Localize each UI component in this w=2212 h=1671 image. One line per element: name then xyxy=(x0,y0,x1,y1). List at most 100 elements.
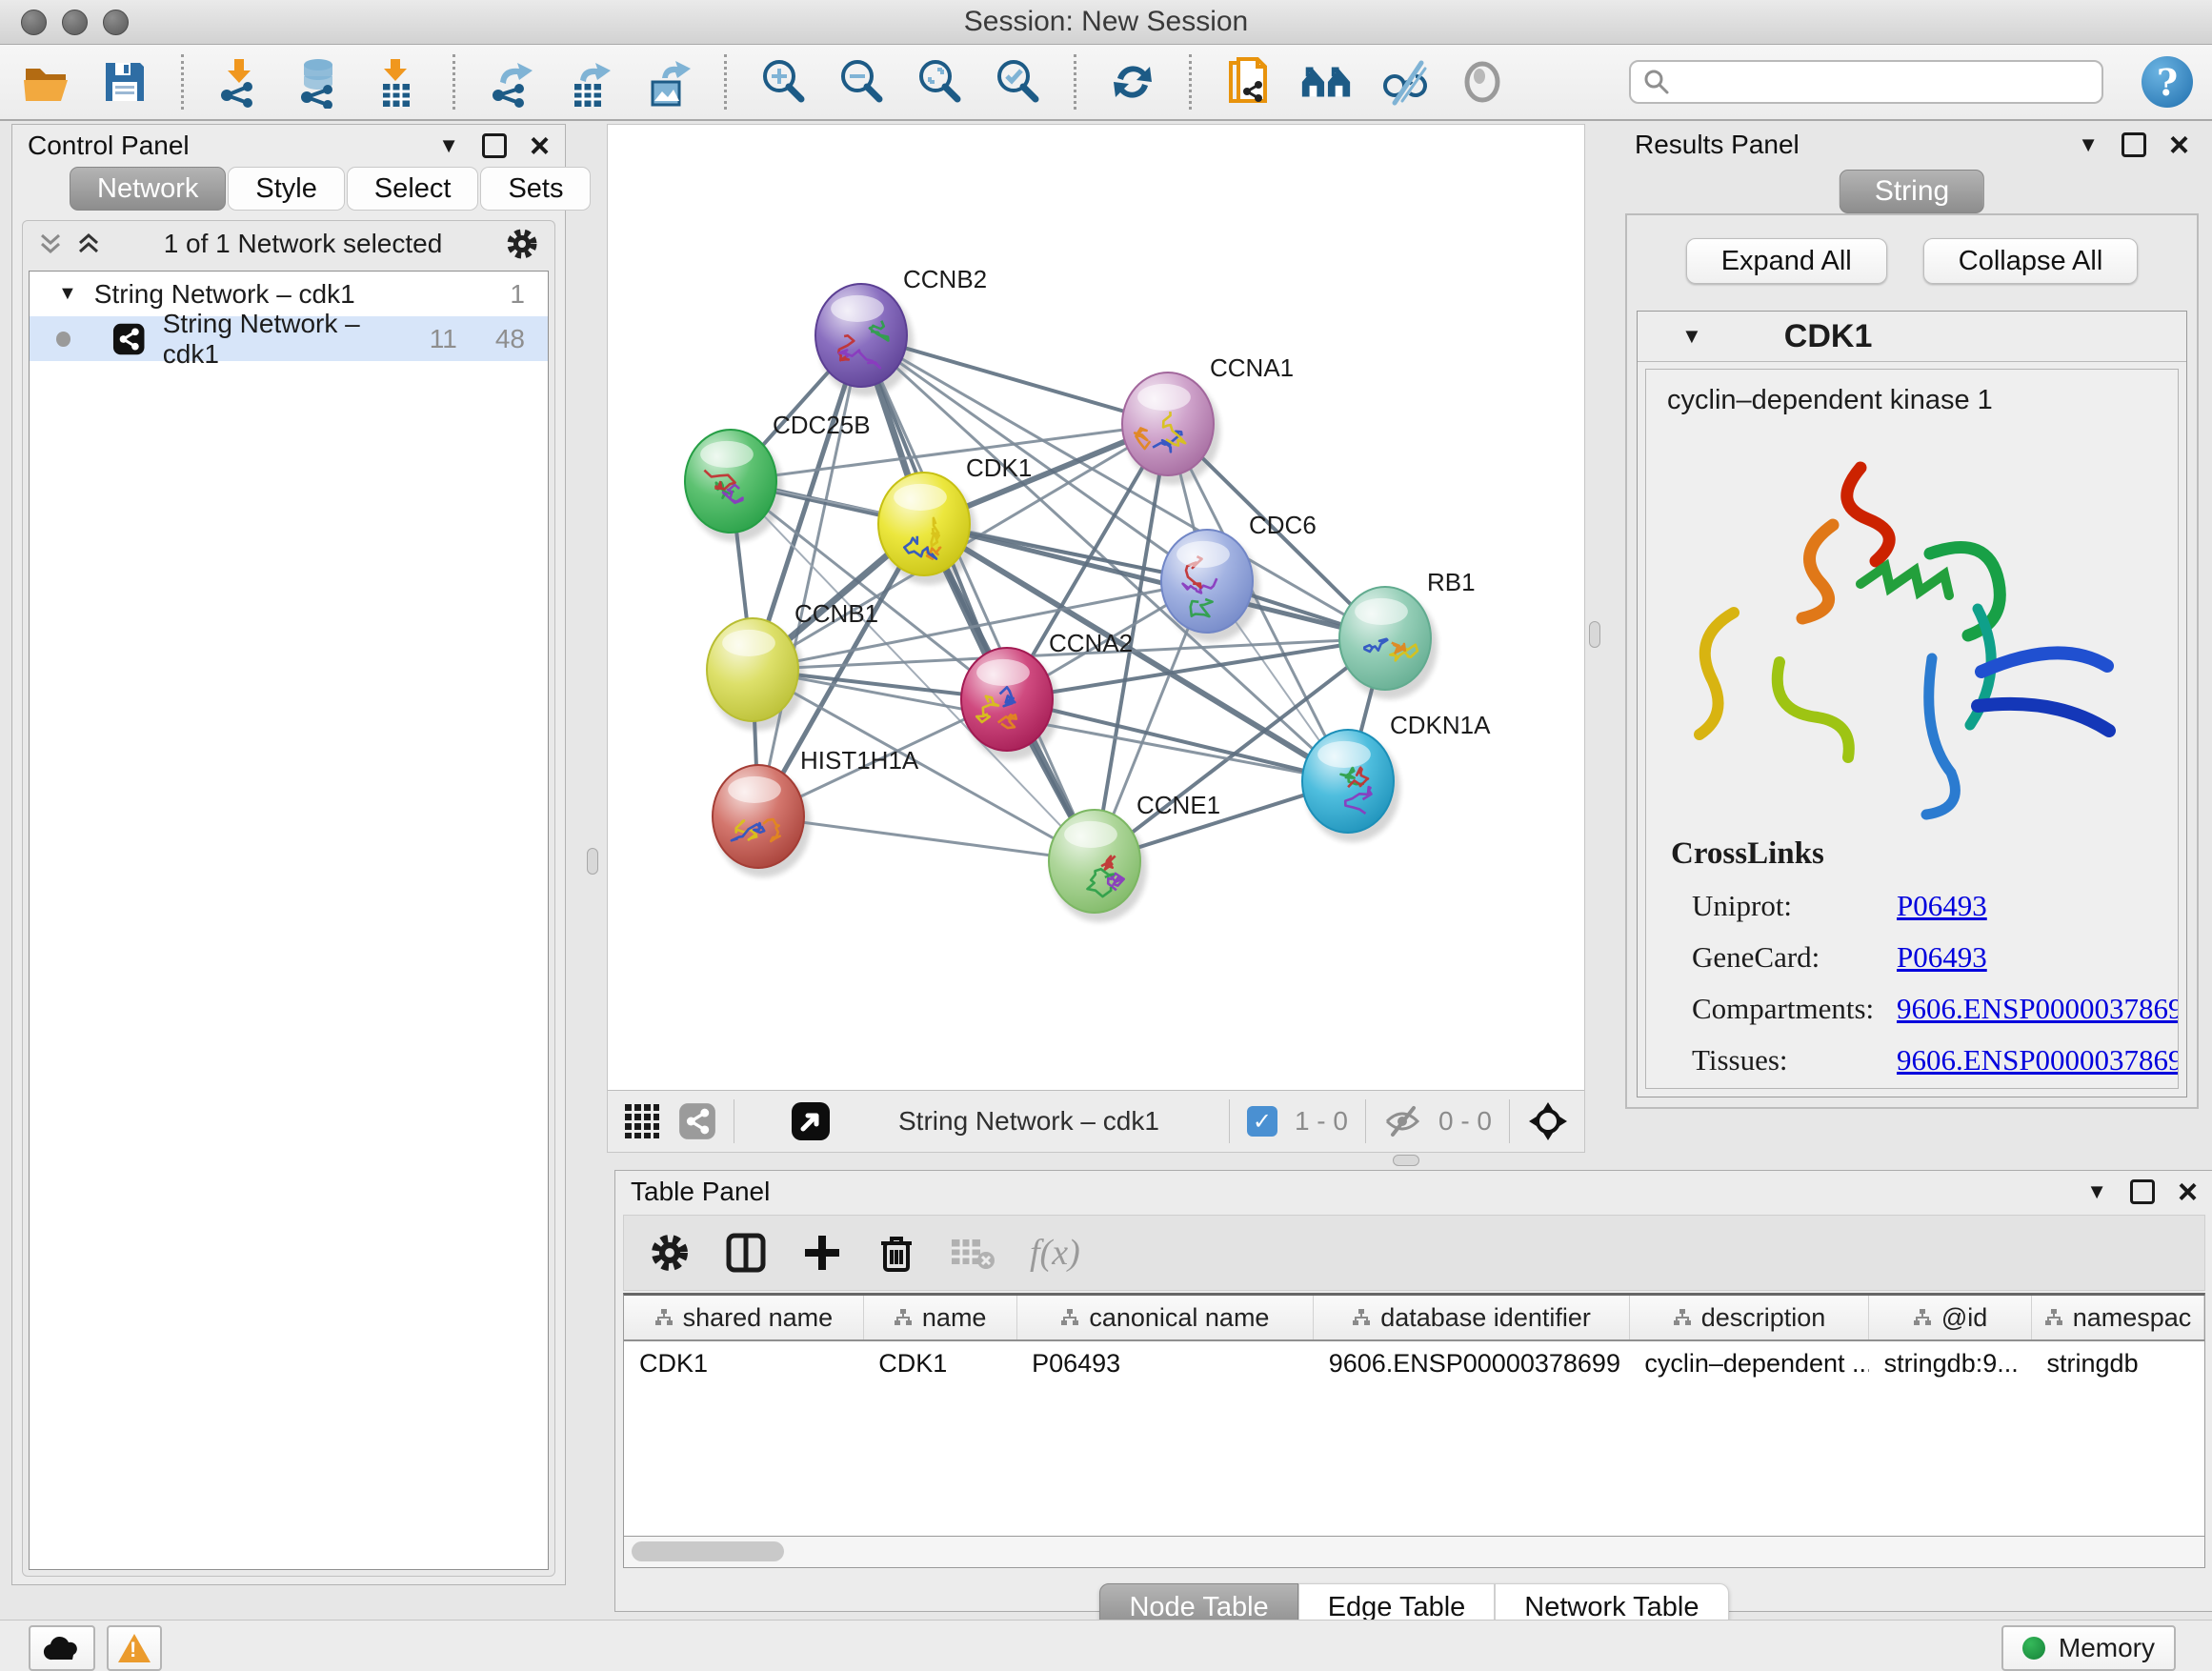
zoom-fit-button[interactable] xyxy=(912,54,967,110)
grid-view-icon[interactable] xyxy=(623,1102,661,1140)
zoom-selected-button[interactable] xyxy=(990,54,1045,110)
network-view-toolbar: String Network – cdk1 ✓ 1 - 0 0 - 0 xyxy=(608,1090,1584,1152)
close-window-button[interactable] xyxy=(21,10,47,35)
open-session-button[interactable] xyxy=(19,54,74,110)
graph-node-HIST1H1A[interactable]: HIST1H1A xyxy=(713,746,919,868)
entry-expander-icon[interactable]: ▼ xyxy=(1681,324,1702,349)
collapse-panel-icon[interactable]: ▼ xyxy=(2086,1179,2107,1204)
collection-count: 1 xyxy=(510,279,525,310)
selected-checkbox-icon[interactable]: ✓ xyxy=(1247,1106,1277,1137)
crosslink-link[interactable]: 9606.ENSP00000378699 xyxy=(1897,1043,2179,1077)
crosslink-label: Uniprot: xyxy=(1671,889,1897,923)
network-list: ▼ String Network – cdk1 1 String Network… xyxy=(29,271,549,1570)
network-row[interactable]: String Network – cdk1 11 48 xyxy=(30,316,548,361)
results-tab-string[interactable]: String xyxy=(1840,170,1984,213)
show-columns-icon[interactable] xyxy=(725,1232,767,1274)
crosslink-row: GeneCard:P06493 xyxy=(1671,940,2153,975)
network-name: String Network – cdk1 xyxy=(163,309,412,370)
database-icon xyxy=(292,55,345,109)
export-network-button[interactable] xyxy=(484,54,539,110)
result-entry-header[interactable]: ▼ CDK1 xyxy=(1638,312,2186,362)
float-panel-icon[interactable] xyxy=(482,133,507,158)
node-result-card: ▼ CDK1 cyclin–dependent kinase 1 xyxy=(1637,311,2187,1097)
birdseye-view-icon[interactable] xyxy=(790,1100,832,1142)
memory-button[interactable]: Memory xyxy=(2001,1625,2176,1671)
import-network-file-button[interactable] xyxy=(212,54,268,110)
hide-unhide-button[interactable] xyxy=(1377,54,1432,110)
graph-node-CDK1[interactable]: CDK1 xyxy=(878,453,1032,575)
function-builder-icon: f(x) xyxy=(1030,1232,1080,1274)
column-header[interactable]: @id xyxy=(1869,1296,2032,1340)
import-network-database-button[interactable] xyxy=(291,54,346,110)
crosslink-link[interactable]: 9606.ENSP00000378699 xyxy=(1897,992,2179,1026)
float-panel-icon[interactable] xyxy=(2130,1179,2155,1204)
string-home-button[interactable] xyxy=(1298,54,1354,110)
share-document-icon xyxy=(1221,55,1275,109)
close-panel-icon[interactable]: × xyxy=(530,136,550,155)
table-horizontal-scrollbar[interactable] xyxy=(623,1537,2205,1568)
node-label: CCNA1 xyxy=(1210,353,1294,382)
collapse-all-icon[interactable] xyxy=(38,232,63,256)
close-panel-icon[interactable]: × xyxy=(2169,135,2189,154)
share-view-icon[interactable] xyxy=(678,1102,716,1140)
bottom-splitter-handle[interactable] xyxy=(1393,1155,1419,1166)
zoom-out-button[interactable] xyxy=(834,54,889,110)
share-clipboard-button[interactable] xyxy=(1220,54,1276,110)
network-status-dot xyxy=(56,332,70,347)
results-panel-title: Results Panel xyxy=(1635,130,1800,160)
crosslink-link[interactable]: P06493 xyxy=(1897,889,1987,923)
network-canvas[interactable]: CCNB2CCNA1CDC25BCDK1CDC6RB1CCNB1CCNA2CDK… xyxy=(608,125,1582,1089)
tab-style[interactable]: Style xyxy=(228,167,344,211)
table-row[interactable]: CDK1CDK1P064939606.ENSP00000378699cyclin… xyxy=(624,1340,2204,1385)
hidden-eye-slash-icon[interactable] xyxy=(1383,1105,1421,1137)
collapse-panel-icon[interactable]: ▼ xyxy=(438,133,459,158)
graph-node-RB1[interactable]: RB1 xyxy=(1339,568,1476,690)
gear-icon[interactable] xyxy=(505,227,539,261)
crosslink-link[interactable]: P06493 xyxy=(1897,940,1987,975)
zoom-window-button[interactable] xyxy=(103,10,129,35)
collapse-all-button[interactable]: Collapse All xyxy=(1923,238,2139,284)
warnings-button[interactable] xyxy=(107,1625,162,1671)
column-header[interactable]: namespac xyxy=(2032,1296,2204,1340)
crosslinks-section: CrossLinks Uniprot:P06493GeneCard:P06493… xyxy=(1646,827,2178,1089)
fit-selected-crosshair-icon[interactable] xyxy=(1527,1100,1569,1142)
highlight-button[interactable] xyxy=(1455,54,1510,110)
refresh-button[interactable] xyxy=(1105,54,1160,110)
float-panel-icon[interactable] xyxy=(2122,132,2146,157)
delete-column-trash-icon[interactable] xyxy=(877,1232,915,1274)
add-column-icon[interactable] xyxy=(801,1232,843,1274)
column-header[interactable]: canonical name xyxy=(1016,1296,1314,1340)
tree-expander-icon[interactable]: ▼ xyxy=(58,283,77,305)
column-header[interactable]: shared name xyxy=(624,1296,863,1340)
cloud-status-button[interactable] xyxy=(29,1625,95,1671)
tab-select[interactable]: Select xyxy=(347,167,479,211)
network-share-icon xyxy=(112,322,145,356)
node-label: CDC6 xyxy=(1249,511,1317,539)
search-input[interactable] xyxy=(1680,67,2090,98)
column-header[interactable]: name xyxy=(863,1296,1016,1340)
tab-sets[interactable]: Sets xyxy=(480,167,591,211)
export-image-button[interactable] xyxy=(640,54,695,110)
close-panel-icon[interactable]: × xyxy=(2178,1182,2198,1201)
right-splitter-handle[interactable] xyxy=(1589,621,1600,648)
save-session-button[interactable] xyxy=(97,54,152,110)
network-view[interactable]: CCNB2CCNA1CDC25BCDK1CDC6RB1CCNB1CCNA2CDK… xyxy=(607,124,1585,1153)
node-table[interactable]: shared namenamecanonical namedatabase id… xyxy=(623,1293,2205,1537)
import-table-button[interactable] xyxy=(369,54,424,110)
collapse-panel-icon[interactable]: ▼ xyxy=(2078,132,2099,157)
export-table-button[interactable] xyxy=(562,54,617,110)
table-settings-gear-icon[interactable] xyxy=(649,1232,691,1274)
import-table-icon xyxy=(370,55,423,109)
scrollbar-thumb[interactable] xyxy=(632,1541,784,1561)
expand-all-button[interactable]: Expand All xyxy=(1686,238,1887,284)
minimize-window-button[interactable] xyxy=(62,10,88,35)
app-window: Session: New Session xyxy=(0,0,2212,1671)
expand-all-icon[interactable] xyxy=(76,232,101,256)
column-header[interactable]: description xyxy=(1629,1296,1868,1340)
left-splitter-handle[interactable] xyxy=(587,848,598,875)
zoom-in-button[interactable] xyxy=(755,54,811,110)
column-header[interactable]: database identifier xyxy=(1314,1296,1630,1340)
tab-network[interactable]: Network xyxy=(70,167,226,211)
help-button[interactable]: ? xyxy=(2142,56,2193,108)
export-table-icon xyxy=(563,55,616,109)
